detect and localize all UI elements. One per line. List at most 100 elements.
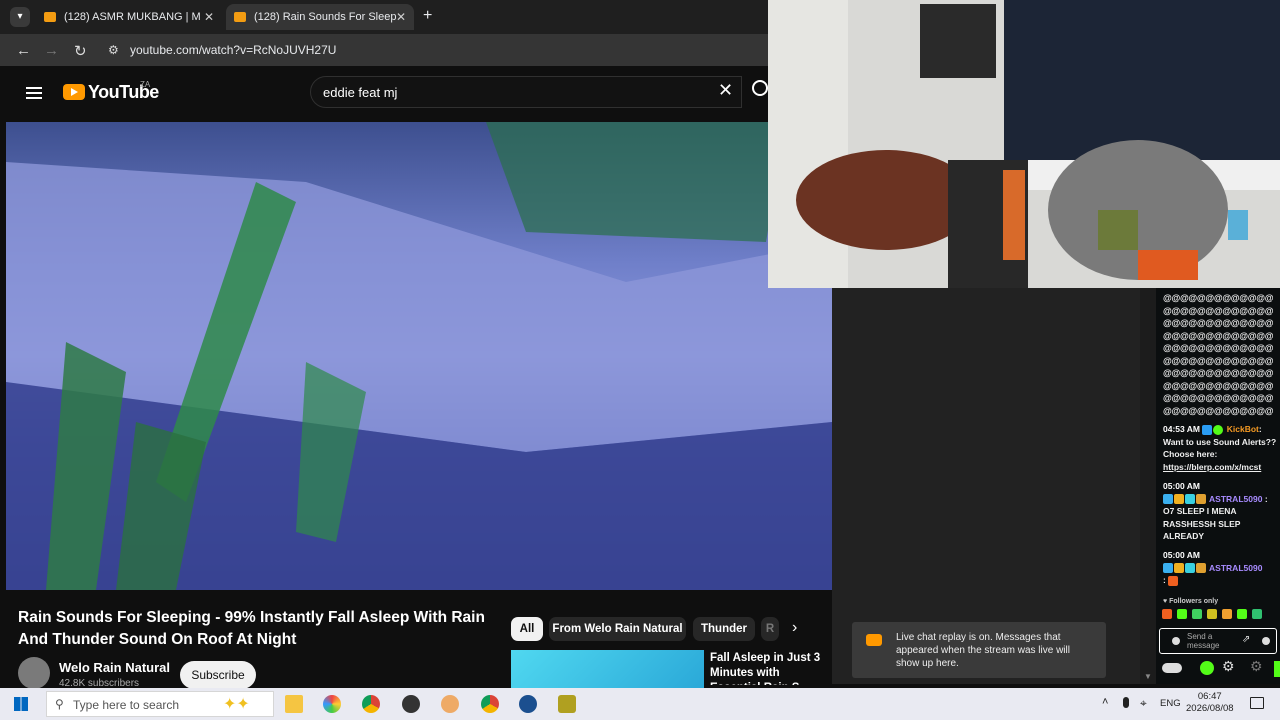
founder-badge-icon [1196,563,1206,574]
emote-bar [1162,609,1278,623]
followers-only-label: Followers only [1169,598,1219,605]
search-box[interactable]: eddie feat mj [310,76,742,108]
system-clock[interactable]: 06:47 2026/08/08 [1186,691,1234,715]
settings-icon[interactable]: ⚙ [1222,658,1235,675]
menu-icon[interactable] [26,84,42,102]
video-info: Rain Sounds For Sleeping - 99% Instantly… [6,597,832,690]
taskbar-search-placeholder: Type here to search [73,698,180,712]
network-icon[interactable]: ⌖ [1140,696,1147,711]
emoji-icon[interactable] [1262,637,1270,645]
browser-tab-bar: ▾ (128) ASMR MUKBANG | M ✕ (128) Rain So… [0,0,768,34]
search-icon[interactable] [752,80,768,96]
close-tab-icon[interactable]: ✕ [396,10,406,24]
replay-notice-text: Live chat replay is on. Messages that ap… [896,632,1070,669]
tab-asmr-mukbang[interactable]: (128) ASMR MUKBANG | M ✕ [36,4,222,30]
youtube-favicon-icon [44,12,56,22]
site-info-icon[interactable]: ⚙ [108,43,119,57]
country-code: ZA [140,80,151,89]
chat-message-astral: 05:00 AM ASTRAL5090 : O7 SLEEP I MENA RA… [1163,480,1277,543]
record-icon[interactable] [1172,637,1180,645]
bot-badge-icon [1213,424,1224,435]
search-input[interactable]: eddie feat mj [323,85,397,100]
tab-list-dropdown[interactable]: ▾ [10,7,30,27]
url-field[interactable]: youtube.com/watch?v=RcNoJUVH27U [130,43,336,57]
gift-badge-icon [1185,563,1195,574]
tab-rain-sounds[interactable]: (128) Rain Sounds For Sleep ✕ [226,4,414,30]
message-text: : [1163,575,1166,585]
chat-input[interactable]: Send a message ⇗ [1159,628,1277,654]
chat-bottom-bar: ⚙ ⚙ [1162,658,1280,677]
reload-icon[interactable]: ↻ [74,42,87,60]
file-explorer-icon[interactable] [285,695,303,713]
mod-badge-icon [1202,424,1213,435]
pin-icon[interactable] [1162,663,1182,673]
chip-from-channel[interactable]: From Welo Rain Natural [549,617,686,641]
notifications-icon[interactable] [1250,697,1264,709]
tab-title: (128) Rain Sounds For Sleep [254,11,397,23]
chip-truncated[interactable]: R [761,617,779,641]
emote-icon[interactable] [1237,609,1247,619]
command-icon[interactable]: ⇗ [1242,634,1250,645]
emote-icon[interactable] [1177,609,1187,619]
youtube-favicon-icon [234,12,246,22]
followers-only-notice: ♥ Followers only [1163,598,1219,605]
new-tab-button[interactable]: + [423,7,432,25]
chat-message-astral-2: 05:00 AM ASTRAL5090 : [1163,549,1277,587]
video-player[interactable] [6,122,832,590]
crown-badge-icon [1174,494,1184,505]
message-user[interactable]: ASTRAL5090 [1209,494,1262,504]
message-link[interactable]: https://blerp.com/x/mcst [1163,462,1261,472]
chat-scrollbar[interactable]: ▼ [1140,288,1156,684]
game-icon[interactable] [558,695,576,713]
message-user[interactable]: ASTRAL5090 [1209,563,1262,573]
back-arrow-icon[interactable]: ← [16,42,31,59]
taskbar: ⚲ Type here to search ✦✦ ˄ ⌖ ENG 06:47 2… [0,688,1280,720]
kick-logo-icon[interactable] [1200,661,1214,675]
windows-start-icon[interactable] [14,697,28,711]
input-language[interactable]: ENG [1160,698,1181,709]
recommendation-title[interactable]: Fall Asleep in Just 3 Minutes with Essen… [710,651,828,685]
scroll-down-icon[interactable]: ▼ [1144,672,1152,681]
obs-icon[interactable] [402,695,420,713]
chip-thunder[interactable]: Thunder [693,617,755,641]
photos-app-icon[interactable] [323,695,341,713]
sparkle-icon: ✦✦ [223,696,250,713]
recommendation-thumbnail[interactable] [511,650,704,690]
emote-icon[interactable] [1207,609,1217,619]
chevron-right-icon[interactable]: › [792,619,797,637]
close-tab-icon[interactable]: ✕ [204,10,214,24]
replay-notice: Live chat replay is on. Messages that ap… [852,622,1106,678]
message-time: 04:53 AM [1163,424,1201,434]
youtube-logo-icon[interactable] [63,84,85,100]
steam-icon[interactable] [519,695,537,713]
taskbar-search[interactable]: ⚲ Type here to search ✦✦ [46,691,274,717]
message-text: Want to use Sound Alerts?? Choose here: [1163,436,1277,460]
message-time: 05:00 AM [1163,550,1201,560]
app-icon[interactable] [441,695,459,713]
webcam-overlay [768,0,1280,288]
forward-arrow-icon[interactable]: → [44,42,59,59]
youtube-header: YouTube ZA eddie feat mj ✕ [6,70,768,120]
channel-avatar[interactable] [18,657,50,689]
kick-chat: @@@@@@@@@@@@@@@@@@@@@@@@@@@@@@@@@@@@@@@@… [1156,288,1280,684]
chrome-icon[interactable] [362,695,380,713]
clear-search-icon[interactable]: ✕ [718,80,733,101]
chrome-profile-icon[interactable] [481,695,499,713]
subscribe-button[interactable]: Subscribe [180,661,256,689]
emote-icon[interactable] [1222,609,1232,619]
webcam-frame [768,0,1280,288]
chip-all[interactable]: All [511,617,543,641]
address-bar-row: ← → ↻ ⚙ youtube.com/watch?v=RcNoJUVH27U [0,34,768,66]
chat-send-button[interactable] [1274,661,1280,677]
microphone-icon[interactable] [1123,697,1129,708]
gear-icon[interactable]: ⚙ [1250,658,1263,675]
live-icon [866,634,882,646]
emote-icon[interactable] [1192,609,1202,619]
message-user[interactable]: KickBot [1227,424,1259,434]
crown-badge-icon [1174,563,1184,574]
chevron-up-icon[interactable]: ˄ [1102,696,1108,708]
video-title: Rain Sounds For Sleeping - 99% Instantly… [18,609,485,648]
emote-icon[interactable] [1252,609,1262,619]
emote-icon[interactable] [1162,609,1172,619]
channel-name[interactable]: Welo Rain Natural [59,660,170,675]
